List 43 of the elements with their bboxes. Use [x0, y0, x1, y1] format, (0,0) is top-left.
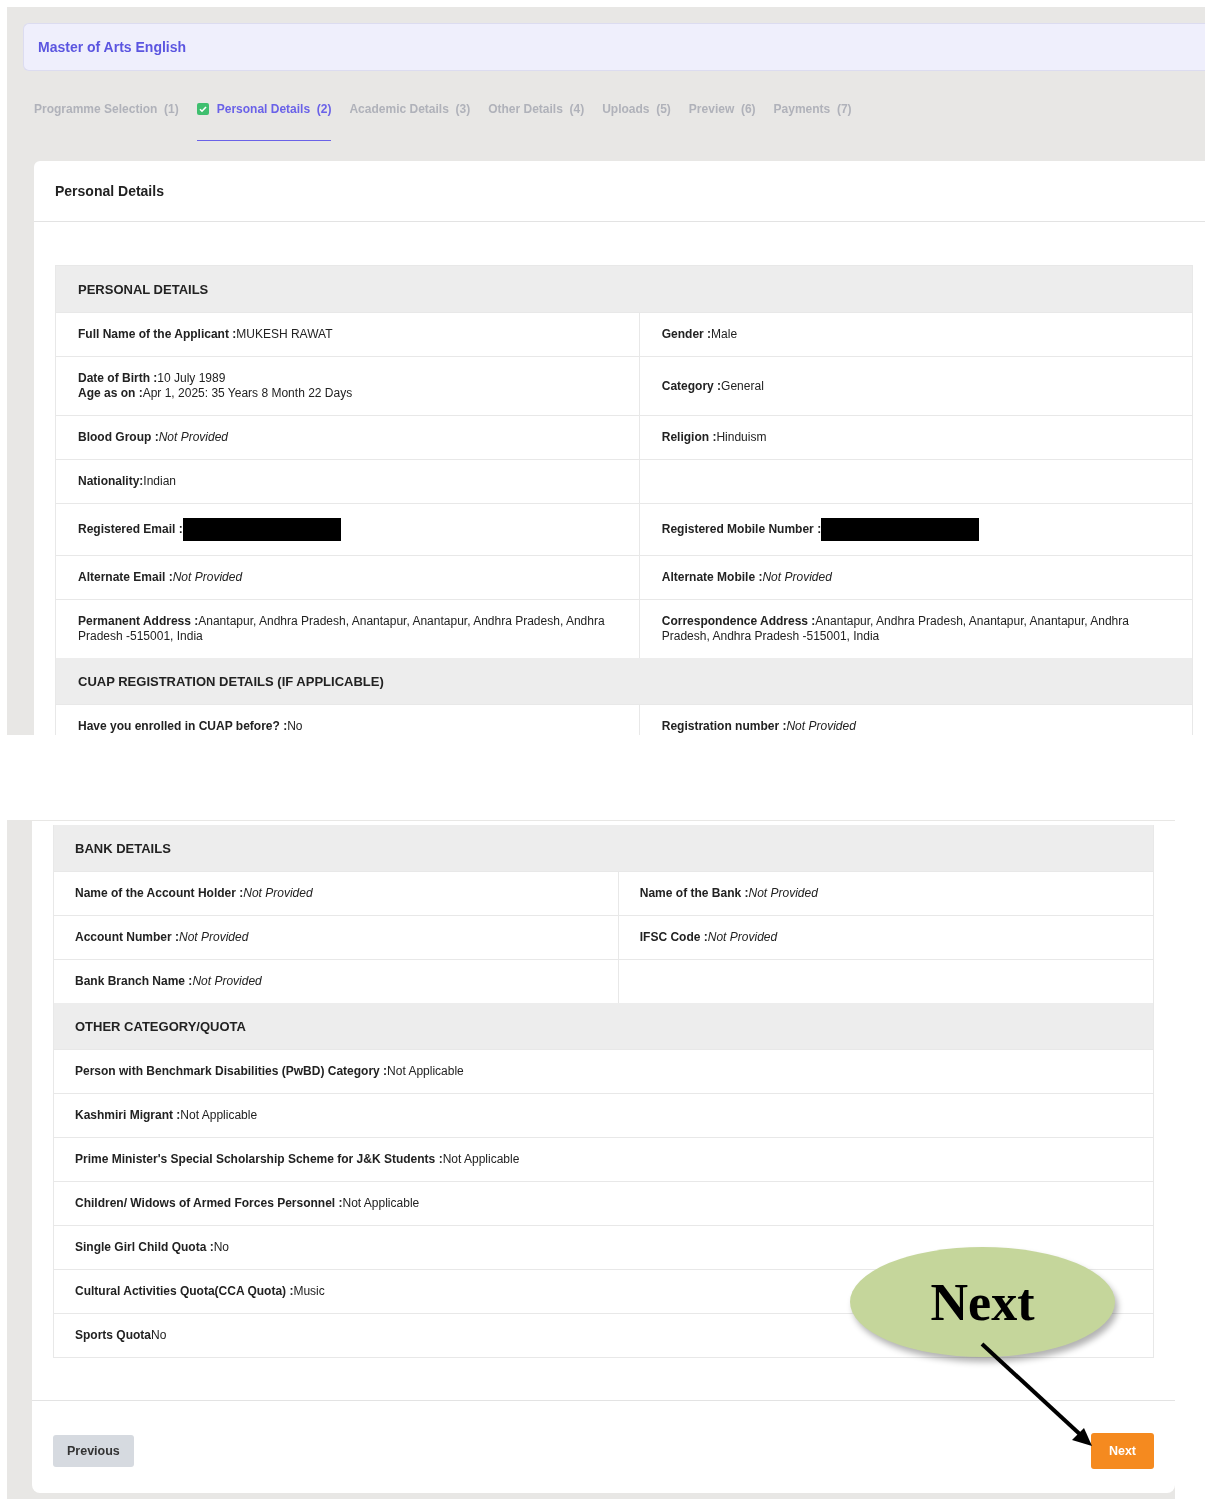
- detail-field: Nationality:Indian: [78, 474, 617, 489]
- step-tab[interactable]: Academic Details (3): [349, 93, 471, 141]
- step-tab[interactable]: Preview (6): [688, 93, 756, 141]
- detail-field: Name of the Account Holder :Not Provided: [75, 886, 597, 901]
- step-tab[interactable]: Payments (7): [773, 93, 852, 141]
- step-tab[interactable]: Personal Details (2): [196, 93, 332, 141]
- detail-field: Blood Group :Not Provided: [78, 430, 617, 445]
- step-tab[interactable]: Uploads (5): [602, 93, 671, 141]
- detail-field: Kashmiri Migrant :Not Applicable: [75, 1108, 1132, 1123]
- step-tab[interactable]: Other Details (4): [488, 93, 585, 141]
- detail-field: Sports QuotaNo: [75, 1328, 1132, 1343]
- step-tab[interactable]: Programme Selection (1): [34, 93, 179, 141]
- card-title: Personal Details: [55, 183, 164, 199]
- detail-field: Registered Mobile Number :: [661, 518, 1170, 541]
- detail-field: Permanent Address :Anantapur, Andhra Pradesh, Anantapur, Anantapur, Andhra Pradesh, Andhra Pradesh -515001, India: [78, 614, 617, 644]
- detail-field: Have you enrolled in CUAP before? :No: [78, 719, 617, 734]
- detail-field: Alternate Mobile :Not Provided: [661, 570, 1170, 585]
- detail-field: Name of the Bank :Not Provided: [639, 886, 1132, 901]
- section-title: CUAP REGISTRATION DETAILS (IF APPLICABLE): [78, 673, 384, 689]
- programme-title: Master of Arts English: [38, 39, 187, 55]
- detail-field: Gender :Male: [661, 327, 1170, 342]
- detail-field: Bank Branch Name :Not Provided: [75, 974, 597, 989]
- detail-field: Prime Minister's Special Scholarship Scheme for J&K Students :Not Applicable: [75, 1152, 1132, 1167]
- detail-field: Alternate Email :Not Provided: [78, 570, 617, 585]
- checkbox-checked-icon: [196, 103, 209, 115]
- section-title: PERSONAL DETAILS: [78, 281, 209, 297]
- detail-field: Date of Birth :10 July 1989: [78, 371, 617, 386]
- detail-field: Registration number :Not Provided: [661, 719, 1170, 734]
- detail-field: Person with Benchmark Disabilities (PwBD) Category :Not Applicable: [75, 1064, 1132, 1079]
- detail-field: Correspondence Address :Anantapur, Andhra Pradesh, Anantapur, Anantapur, Andhra Pradesh, Andhra Pradesh -515001, India: [661, 614, 1170, 644]
- section-title: BANK DETAILS: [75, 840, 171, 856]
- detail-field: Single Girl Child Quota :No: [75, 1240, 1132, 1255]
- next-button[interactable]: Next: [1090, 1433, 1154, 1469]
- detail-field: Full Name of the Applicant :MUKESH RAWAT: [78, 327, 617, 342]
- previous-button[interactable]: Previous: [53, 1435, 134, 1467]
- detail-field: Registered Email :: [78, 518, 617, 541]
- detail-field: Age as on :Apr 1, 2025: 35 Years 8 Month 22 Days: [78, 386, 617, 401]
- section-title: OTHER CATEGORY/QUOTA: [75, 1018, 246, 1034]
- detail-field: Children/ Widows of Armed Forces Personnel :Not Applicable: [75, 1196, 1132, 1211]
- detail-field: Religion :Hinduism: [661, 430, 1170, 445]
- detail-field: Account Number :Not Provided: [75, 930, 597, 945]
- detail-field: Category :General: [661, 378, 1170, 394]
- detail-field: IFSC Code :Not Provided: [639, 930, 1132, 945]
